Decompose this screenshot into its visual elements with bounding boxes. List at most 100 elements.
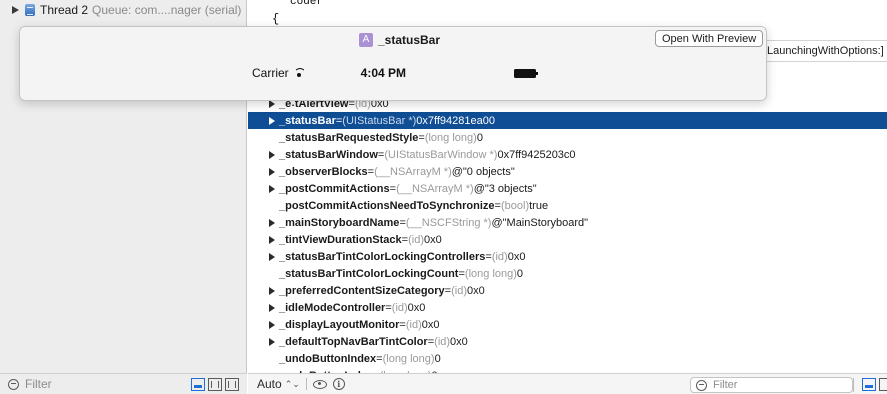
variable-type: (__NSArrayM *) bbox=[396, 182, 474, 195]
variable-name: _idleModeController bbox=[279, 301, 386, 314]
variable-name: _postCommitActions bbox=[279, 182, 390, 195]
show-crashed-threads-icon[interactable] bbox=[191, 378, 205, 391]
disclosure-triangle-icon[interactable] bbox=[269, 167, 275, 176]
variable-type: (id) bbox=[491, 250, 508, 263]
variable-value: 0x0 bbox=[424, 233, 442, 246]
disclosure-triangle-icon[interactable] bbox=[269, 235, 275, 244]
variables-view: _e˖tAlertView = (id) 0x0 _statusBar = (UI… bbox=[248, 96, 887, 373]
variable-name: _preferredContentSizeCategory bbox=[279, 284, 445, 297]
disclosure-triangle-icon[interactable] bbox=[269, 320, 275, 329]
info-icon[interactable]: i bbox=[332, 378, 345, 390]
variable-name: _statusBarTintColorLockingCount bbox=[279, 267, 459, 280]
variable-row[interactable]: _statusBarTintColorLockingControllers = … bbox=[248, 248, 887, 265]
divider bbox=[853, 378, 854, 392]
variable-value: @"3 objects" bbox=[473, 182, 537, 195]
variable-row[interactable]: _preferredContentSizeCategory = (id) 0x0 bbox=[248, 282, 887, 299]
disclosure-triangle-icon[interactable] bbox=[269, 184, 275, 193]
variable-type: (UIStatusBarWindow *) bbox=[384, 148, 498, 161]
variable-row[interactable]: _displayLayoutMonitor = (id) 0x0 bbox=[248, 316, 887, 333]
variable-row[interactable]: _undoButtonIndex = (long long) 0 bbox=[248, 350, 887, 367]
variable-name: _statusBarTintColorLockingControllers bbox=[279, 250, 486, 263]
variable-row[interactable]: _statusBarTintColorLockingCount = (long … bbox=[248, 265, 887, 282]
variables-bottom-bar: Auto ⌃⌄ i Filter bbox=[248, 373, 887, 394]
wifi-icon bbox=[293, 68, 307, 78]
popover-title-text: _statusBar bbox=[378, 33, 441, 47]
variable-name: _statusBarRequestedStyle bbox=[279, 131, 419, 144]
disclosure-triangle-icon[interactable] bbox=[269, 252, 275, 261]
disclosure-triangle-icon[interactable] bbox=[269, 218, 275, 227]
variable-type: (id) bbox=[408, 233, 424, 246]
variable-name: _statusBar bbox=[279, 114, 336, 127]
scope-selector[interactable]: Auto bbox=[257, 377, 282, 391]
variables-filter-placeholder: Filter bbox=[713, 379, 738, 391]
disclosure-triangle-icon[interactable] bbox=[269, 286, 275, 295]
carrier-label: Carrier bbox=[252, 66, 289, 80]
quick-look-eye-icon[interactable] bbox=[312, 379, 327, 389]
variable-name: _statusBarWindow bbox=[279, 148, 378, 161]
variable-name: _defaultTopNavBarTintColor bbox=[279, 335, 428, 348]
status-bar-preview: Carrier 4:04 PM bbox=[252, 66, 539, 80]
variable-value: @"MainStoryboard" bbox=[491, 216, 589, 229]
disclosure-triangle-icon[interactable] bbox=[269, 303, 275, 312]
variable-type: (long long) bbox=[424, 131, 477, 144]
variable-row[interactable]: _tintViewDurationStack = (id) 0x0 bbox=[248, 231, 887, 248]
variable-value: 0x0 bbox=[466, 284, 485, 297]
filter-icon bbox=[8, 378, 19, 390]
variable-row[interactable]: _statusBarRequestedStyle = (long long) 0 bbox=[248, 129, 887, 146]
variable-type: (long long) bbox=[464, 267, 517, 280]
variable-row[interactable]: _defaultTopNavBarTintColor = (id) 0x0 bbox=[248, 333, 887, 350]
quick-look-popover: A _statusBar Open With Preview Carrier 4… bbox=[19, 26, 767, 101]
show-variables-pane-icon[interactable] bbox=[862, 378, 876, 391]
variable-type: (__NSArrayM *) bbox=[374, 165, 452, 178]
disclosure-triangle-icon[interactable] bbox=[12, 6, 19, 14]
disclosure-triangle-icon[interactable] bbox=[269, 337, 275, 346]
variable-value: 0x0 bbox=[507, 250, 526, 263]
variable-value: 0 bbox=[516, 267, 524, 280]
navigator-filter-input[interactable]: Filter bbox=[25, 377, 52, 391]
show-queues-icon[interactable] bbox=[225, 378, 239, 391]
variable-type: (id) bbox=[391, 301, 408, 314]
disclosure-triangle-icon[interactable] bbox=[269, 116, 275, 125]
instance-variable-badge-icon: A bbox=[359, 33, 373, 47]
clock-label: 4:04 PM bbox=[360, 66, 407, 80]
variable-row[interactable]: _idleModeController = (id) 0x0 bbox=[248, 299, 887, 316]
variable-value: 0 bbox=[476, 131, 483, 144]
variable-name: _postCommitActionsNeedToSynchronize bbox=[279, 199, 495, 212]
show-frames-icon[interactable] bbox=[208, 378, 222, 391]
battery-icon bbox=[514, 68, 539, 78]
variable-name: _observerBlocks bbox=[279, 165, 368, 178]
thread-name: Thread 2 bbox=[40, 3, 89, 17]
code-brace: { bbox=[272, 12, 280, 26]
variable-type: (id) bbox=[434, 335, 451, 348]
thread-icon bbox=[25, 4, 35, 16]
variable-type: (bool) bbox=[500, 199, 530, 212]
variable-type: (id) bbox=[405, 318, 422, 331]
scope-arrows-icon[interactable]: ⌃⌄ bbox=[285, 379, 300, 390]
variables-filter-input[interactable]: Filter bbox=[690, 377, 853, 393]
variable-row[interactable]: _statusBar = (UIStatusBar *) 0x7ff94281e… bbox=[248, 112, 887, 129]
variable-value: 0x0 bbox=[450, 335, 468, 348]
variable-value: 0x0 bbox=[407, 301, 426, 314]
variable-value: 0x7ff94281ea00 bbox=[416, 114, 495, 127]
variable-name: _tintViewDurationStack bbox=[279, 233, 402, 246]
variable-name: _mainStoryboardName bbox=[279, 216, 400, 229]
filter-icon bbox=[696, 379, 707, 391]
open-with-preview-button[interactable]: Open With Preview bbox=[655, 30, 764, 47]
pane-toggles bbox=[853, 378, 887, 392]
disclosure-triangle-icon[interactable] bbox=[269, 150, 275, 159]
thread-row[interactable]: Thread 2 Queue: com....nager (serial) bbox=[0, 0, 247, 20]
variable-row[interactable]: _postCommitActions = (__NSArrayM *) @"3 … bbox=[248, 180, 887, 197]
variable-value: true bbox=[529, 199, 549, 212]
navigator-filter-bar: Filter bbox=[0, 373, 247, 394]
variable-row[interactable]: _observerBlocks = (__NSArrayM *) @"0 obj… bbox=[248, 163, 887, 180]
variable-type: (id) bbox=[451, 284, 467, 297]
variable-row[interactable]: _mainStoryboardName = (__NSCFString *) @… bbox=[248, 214, 887, 231]
thread-queue: Queue: com....nager (serial) bbox=[92, 3, 242, 17]
variable-name: _displayLayoutMonitor bbox=[279, 318, 400, 331]
variable-row[interactable]: _postCommitActionsNeedToSynchronize = (b… bbox=[248, 197, 887, 214]
variable-row[interactable]: _statusBarWindow = (UIStatusBarWindow *)… bbox=[248, 146, 887, 163]
divider bbox=[305, 378, 307, 390]
variable-value: @"0 objects" bbox=[451, 165, 515, 178]
popover-title: A _statusBar bbox=[359, 33, 440, 47]
show-console-pane-icon[interactable] bbox=[879, 378, 887, 391]
